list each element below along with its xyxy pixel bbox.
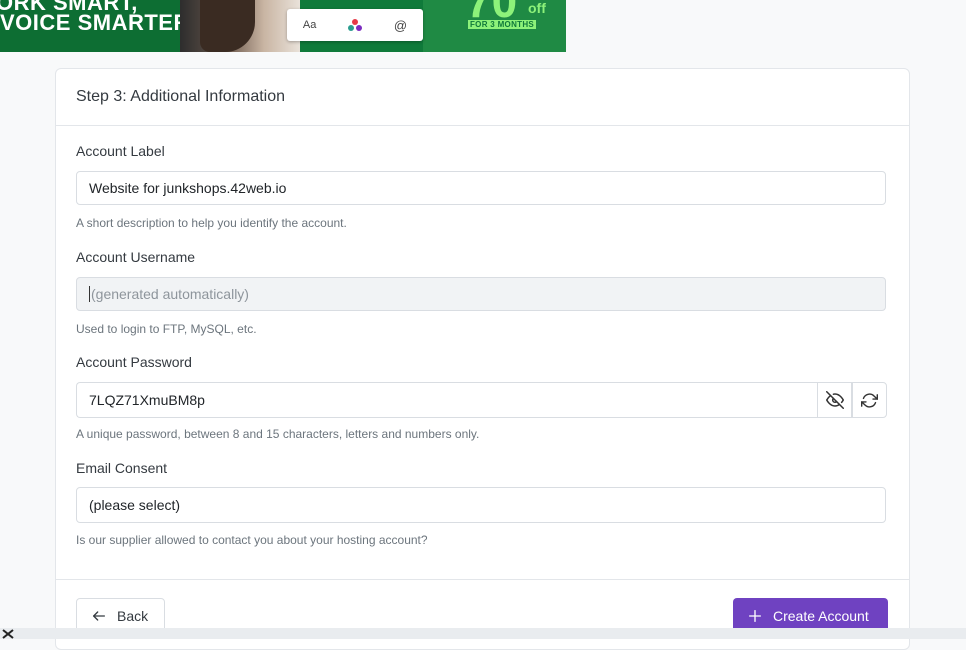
arrow-left-icon [93,611,105,621]
plus-icon [749,610,761,622]
email-consent-select[interactable]: (please select) [76,487,886,523]
additional-info-panel: Step 3: Additional Information Account L… [55,68,910,650]
banner-app-card: Aa @ [287,9,423,41]
account-username-placeholder: (generated automatically) [91,286,249,302]
account-username-help: Used to login to FTP, MySQL, etc. [76,322,257,336]
account-password-help: A unique password, between 8 and 15 char… [76,427,480,441]
footer-divider [56,579,909,580]
text-format-icon: Aa [302,19,317,31]
email-consent-help: Is our supplier allowed to contact you a… [76,533,428,547]
refresh-icon [861,392,878,408]
banner-promo-text: FOR 3 MONTHS [468,20,537,29]
back-button-label: Back [117,608,149,624]
account-username-input[interactable]: (generated automatically) [76,277,886,311]
toggle-password-visibility-button[interactable] [817,382,852,418]
email-consent-label: Email Consent [76,460,168,476]
banner-discount-off: off [528,0,546,16]
account-label-help: A short description to help you identify… [76,216,347,230]
create-account-button-label: Create Account [773,608,869,624]
account-password-label: Account Password [76,354,192,370]
eye-off-icon [825,391,844,409]
text-caret [89,286,90,302]
banner-line2: VOICE SMARTER [0,10,190,35]
promo-banner[interactable]: ORK SMART, VOICE SMARTER Aa @ 70 off FOR… [0,0,566,52]
account-password-group: 7LQZ71XmuBM8p [76,382,887,418]
at-sign-icon: @ [393,17,408,33]
account-password-input[interactable]: 7LQZ71XmuBM8p [76,382,819,418]
regenerate-password-button[interactable] [852,382,887,418]
banner-headline: ORK SMART, VOICE SMARTER [0,0,210,52]
account-label-input[interactable]: Website for junkshops.42web.io [76,171,886,205]
account-label-label: Account Label [76,143,165,159]
close-icon[interactable] [2,629,14,639]
account-username-label: Account Username [76,249,196,265]
browser-status-bar [0,628,966,639]
color-dots-icon [348,19,363,31]
panel-title: Step 3: Additional Information [56,69,909,126]
